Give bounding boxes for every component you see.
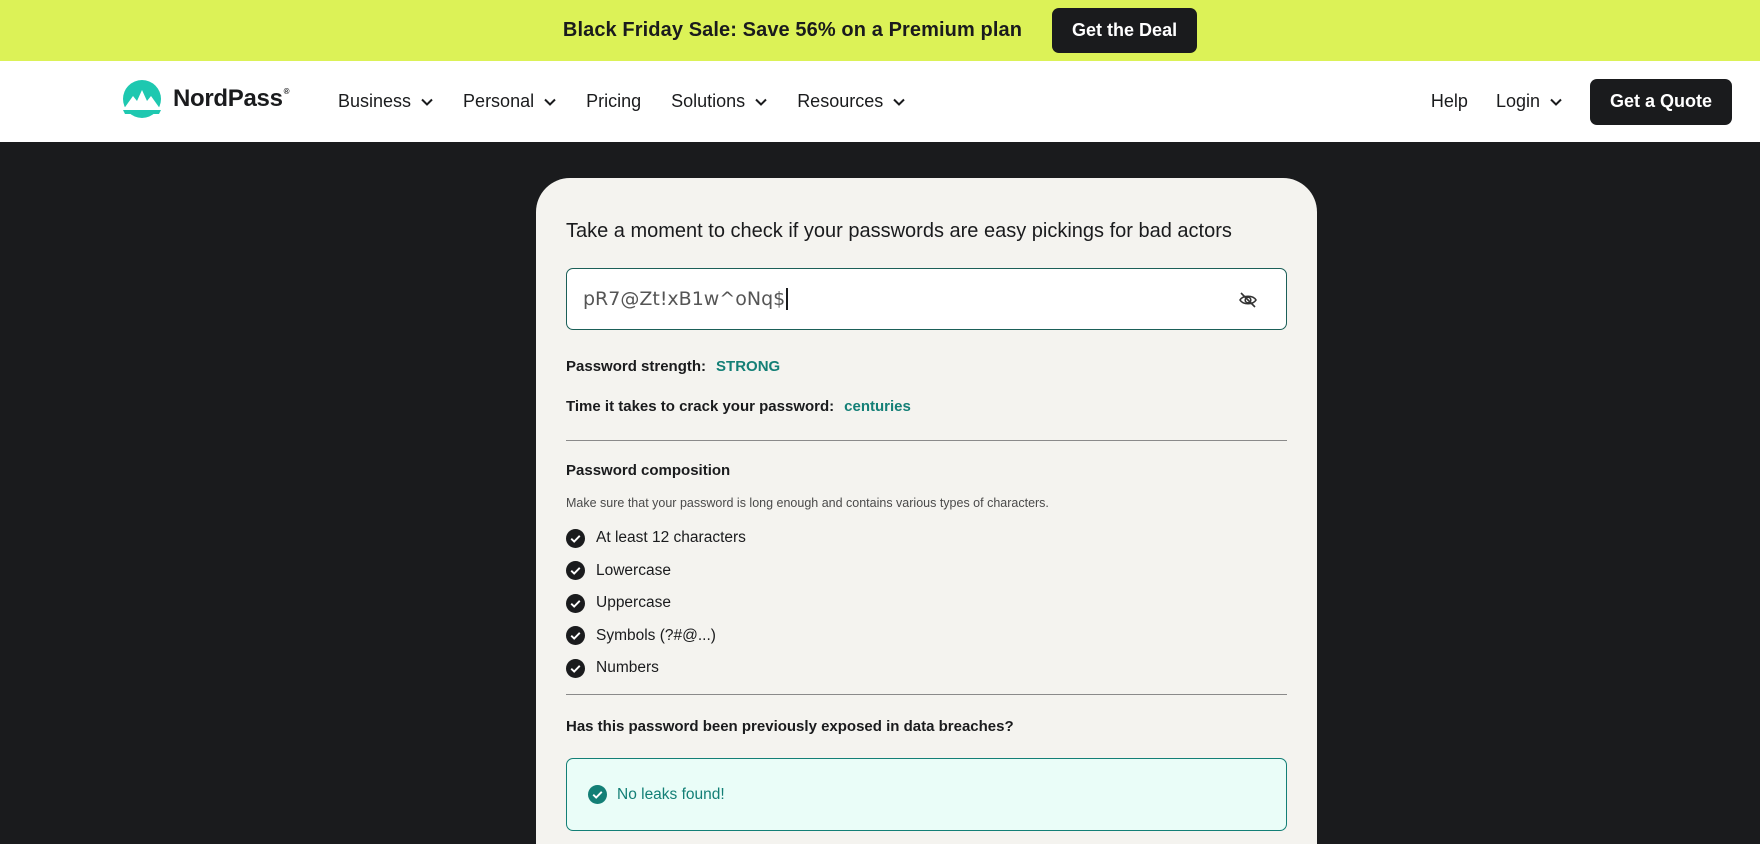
menu-item-resources[interactable]: Resources — [797, 91, 905, 112]
menu-item-label: Pricing — [586, 91, 642, 111]
get-a-quote-button[interactable]: Get a Quote — [1589, 78, 1732, 125]
divider — [566, 440, 1287, 441]
get-the-deal-button[interactable]: Get the Deal — [1052, 8, 1198, 53]
strength-value: STRONG — [716, 358, 781, 375]
chevron-down-icon — [755, 98, 767, 106]
password-checker-card: Take a moment to check if your passwords… — [536, 178, 1317, 844]
leak-result-text: No leaks found! — [617, 785, 725, 803]
nordpass-logo-icon — [123, 80, 161, 118]
breach-question: Has this password been previously expose… — [566, 718, 1014, 735]
menu-item-personal[interactable]: Personal — [463, 91, 556, 112]
registered-mark: ® — [283, 87, 290, 96]
check-circle-icon — [566, 593, 585, 613]
promo-banner: Black Friday Sale: Save 56% on a Premium… — [0, 0, 1760, 61]
nordpass-logo[interactable]: NordPass® — [119, 79, 290, 119]
login-menu[interactable]: Login — [1496, 91, 1562, 112]
composition-checklist: At least 12 characters Lowercase Upperca… — [566, 522, 746, 685]
secondary-menu: Help Login Get a Quote — [1431, 61, 1732, 142]
chevron-down-icon — [421, 98, 433, 106]
crack-time-row: Time it takes to crack your password: ce… — [566, 398, 911, 415]
promo-text: Black Friday Sale: Save 56% on a Premium… — [562, 19, 1023, 41]
login-label: Login — [1495, 91, 1540, 111]
menu-item-label: Personal — [463, 91, 535, 111]
check-label: Numbers — [596, 659, 659, 677]
strength-label: Password strength: — [566, 358, 707, 375]
check-label: Lowercase — [596, 561, 671, 579]
check-circle-icon — [566, 626, 585, 646]
main-navigation: NordPass® Business Personal Pricing Solu… — [0, 61, 1760, 142]
menu-item-business[interactable]: Business — [338, 91, 433, 112]
composition-description: Make sure that your password is long eno… — [566, 496, 1049, 510]
eye-slash-icon[interactable] — [1238, 291, 1258, 309]
check-label: Symbols (?#@...) — [596, 626, 716, 644]
chevron-down-icon — [544, 98, 556, 106]
composition-title: Password composition — [566, 462, 731, 479]
check-circle-icon — [566, 528, 585, 548]
chevron-down-icon — [1550, 98, 1562, 106]
menu-item-label: Solutions — [671, 91, 746, 111]
list-item: Numbers — [566, 652, 746, 685]
menu-item-solutions[interactable]: Solutions — [671, 91, 767, 112]
crack-time-value: centuries — [844, 398, 911, 415]
check-circle-icon — [566, 561, 585, 581]
check-label: At least 12 characters — [596, 529, 746, 547]
check-circle-icon — [566, 658, 585, 678]
list-item: Symbols (?#@...) — [566, 620, 746, 653]
menu-item-label: Business — [338, 91, 412, 111]
menu-item-label: Resources — [797, 91, 884, 111]
list-item: Lowercase — [566, 555, 746, 588]
list-item: Uppercase — [566, 587, 746, 620]
menu-item-pricing[interactable]: Pricing — [586, 91, 641, 112]
password-value: pR7@Zt!xB1w^oNq$ — [583, 287, 786, 310]
help-link[interactable]: Help — [1431, 91, 1468, 112]
chevron-down-icon — [893, 98, 905, 106]
text-caret — [786, 288, 788, 311]
divider — [566, 694, 1287, 695]
strength-row: Password strength: STRONG — [566, 358, 780, 375]
primary-menu: Business Personal Pricing Solutions Reso… — [338, 61, 935, 142]
list-item: At least 12 characters — [566, 522, 746, 555]
checker-heading: Take a moment to check if your passwords… — [566, 220, 1232, 242]
password-input[interactable]: pR7@Zt!xB1w^oNq$ — [566, 268, 1287, 330]
leak-result-box: No leaks found! — [566, 758, 1287, 831]
check-circle-icon — [588, 785, 607, 804]
check-label: Uppercase — [596, 594, 671, 612]
crack-time-label: Time it takes to crack your password: — [566, 398, 835, 415]
logo-text: NordPass — [173, 85, 283, 112]
